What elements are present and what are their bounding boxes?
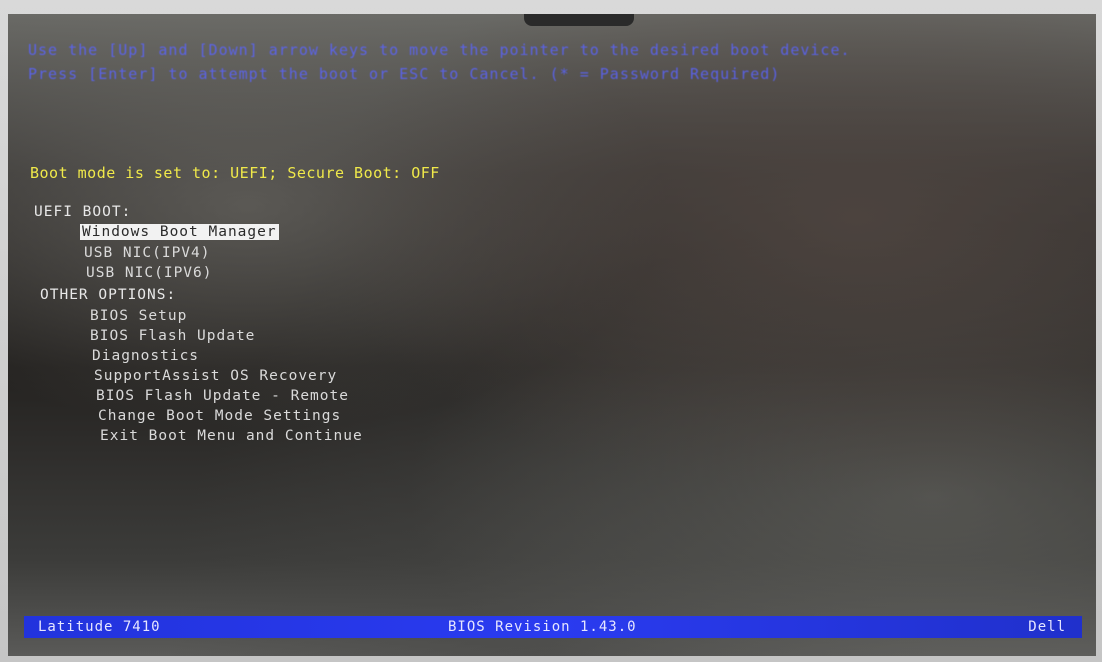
bios-revision: BIOS Revision 1.43.0 <box>448 619 637 635</box>
boot-option-usb-nic-ipv4[interactable]: USB NIC(IPV4) <box>84 245 211 261</box>
option-change-boot-mode-settings[interactable]: Change Boot Mode Settings <box>98 408 341 424</box>
option-supportassist-os-recovery[interactable]: SupportAssist OS Recovery <box>94 368 337 384</box>
instruction-line-2: Press [Enter] to attempt the boot or ESC… <box>28 65 781 83</box>
boot-option-windows-boot-manager[interactable]: Windows Boot Manager <box>80 224 279 240</box>
option-exit-boot-menu[interactable]: Exit Boot Menu and Continue <box>100 428 363 444</box>
webcam-notch <box>524 14 634 26</box>
bios-screen: Use the [Up] and [Down] arrow keys to mo… <box>8 14 1096 656</box>
uefi-boot-header: UEFI BOOT: <box>34 204 132 220</box>
instruction-line-1: Use the [Up] and [Down] arrow keys to mo… <box>28 41 851 59</box>
option-bios-flash-update-remote[interactable]: BIOS Flash Update - Remote <box>96 388 349 404</box>
boot-mode-status: Boot mode is set to: UEFI; Secure Boot: … <box>30 164 440 182</box>
option-bios-setup[interactable]: BIOS Setup <box>90 308 187 324</box>
boot-option-usb-nic-ipv6[interactable]: USB NIC(IPV6) <box>86 265 213 281</box>
navigation-instructions: Use the [Up] and [Down] arrow keys to mo… <box>28 38 851 86</box>
option-bios-flash-update[interactable]: BIOS Flash Update <box>90 328 255 344</box>
status-bar: Latitude 7410 BIOS Revision 1.43.0 Dell <box>24 616 1082 638</box>
other-options-header: OTHER OPTIONS: <box>40 287 177 303</box>
vendor-name: Dell <box>1028 619 1066 635</box>
option-diagnostics[interactable]: Diagnostics <box>92 348 199 364</box>
model-name: Latitude 7410 <box>38 619 161 635</box>
